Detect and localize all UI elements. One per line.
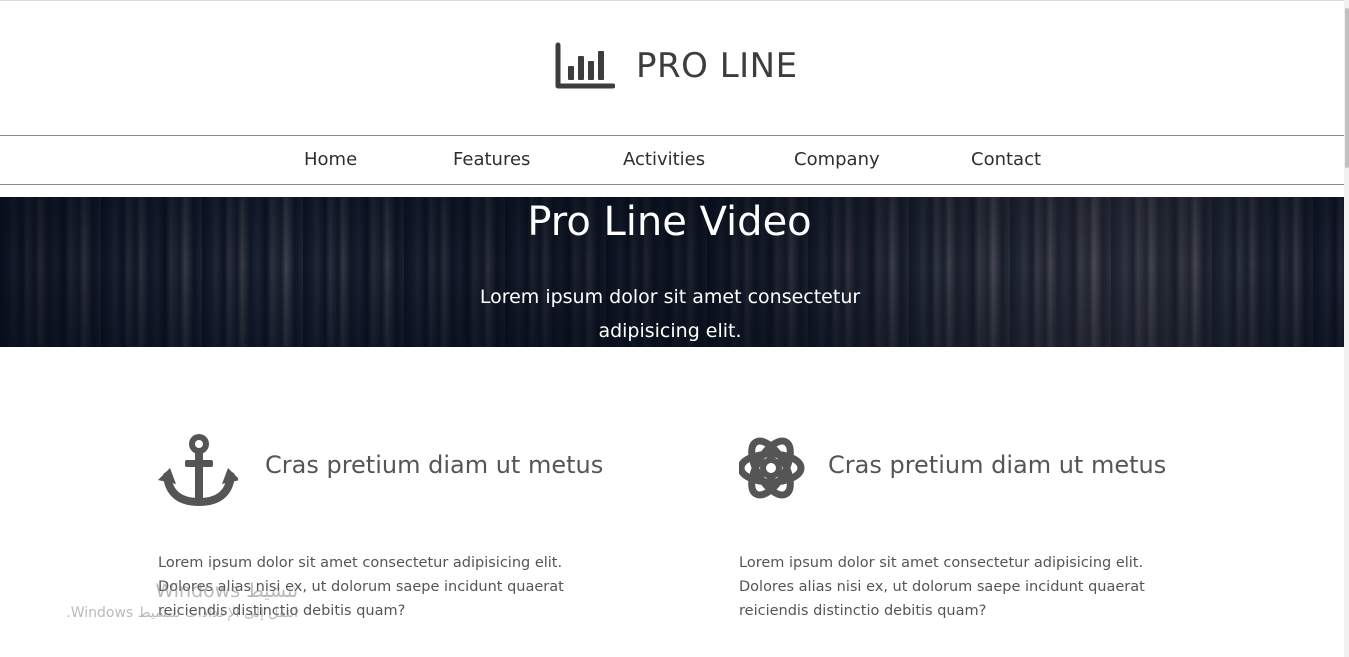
feature-text: Lorem ipsum dolor sit amet consectetur a… bbox=[739, 555, 1145, 619]
page: PRO LINE Home Features Activities Compan… bbox=[0, 0, 1349, 657]
brand-title: PRO LINE bbox=[636, 46, 798, 86]
feature-heading: Cras pretium diam ut metus bbox=[265, 451, 604, 479]
windows-activation-subtitle: انتقل إلى الإعدادات لتنشيط Windows. bbox=[66, 605, 298, 621]
nav-item-contact[interactable]: Contact bbox=[971, 136, 1041, 184]
feature-heading: Cras pretium diam ut metus bbox=[828, 451, 1167, 479]
atom-icon bbox=[739, 437, 805, 499]
hero-video-banner[interactable]: Pro Line Video Lorem ipsum dolor sit ame… bbox=[0, 197, 1344, 347]
nav-item-features[interactable]: Features bbox=[453, 136, 530, 184]
nav-item-company[interactable]: Company bbox=[794, 136, 880, 184]
nav-item-activities[interactable]: Activities bbox=[623, 136, 705, 184]
brand-logo[interactable]: PRO LINE bbox=[555, 42, 798, 90]
nav-item-home[interactable]: Home bbox=[304, 136, 357, 184]
windows-activation-title: تنشيط Windows bbox=[155, 580, 298, 602]
hero-title: Pro Line Video bbox=[527, 199, 812, 245]
top-divider bbox=[0, 0, 1344, 1]
anchor-icon bbox=[158, 434, 238, 506]
bar-chart-icon bbox=[555, 42, 615, 89]
scrollbar-thumb[interactable] bbox=[1345, 8, 1349, 168]
main-nav: Home Features Activities Company Contact bbox=[0, 135, 1344, 185]
hero-subtitle: Lorem ipsum dolor sit amet consectetur a… bbox=[479, 286, 861, 342]
page-scrollbar[interactable] bbox=[1344, 0, 1349, 657]
